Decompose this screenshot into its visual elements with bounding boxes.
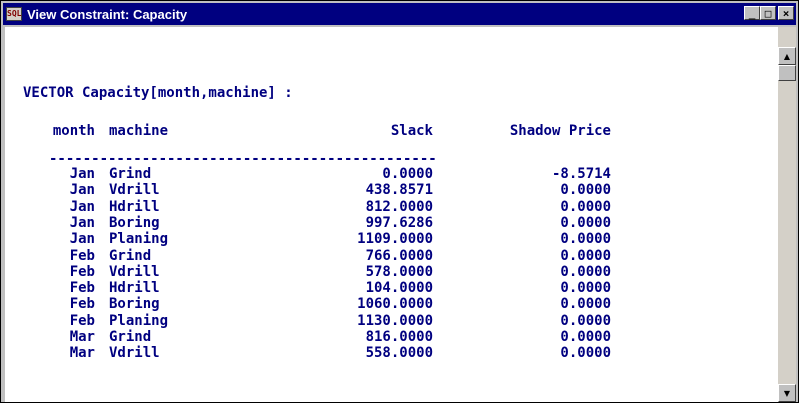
cell-slack: 0.0000 [382,166,433,182]
cell-slack: 104.0000 [365,280,433,297]
up-arrow-icon: ▲ [783,51,791,61]
cell-slack: 578.0000 [365,263,433,280]
cell-month: Mar [69,329,95,345]
cell-machine: Hdrill [109,280,160,297]
cell-slack: 1109.0000 [357,231,433,248]
cell-slack: 438.8571 [365,182,433,199]
maximize-button[interactable]: □ [760,6,776,20]
cell-machine: Grind [109,166,152,182]
cell-month: Feb [69,312,95,329]
maximize-icon: □ [764,6,772,20]
cell-machine: Boring [109,214,160,231]
cell-slack: 997.6286 [365,214,433,231]
cell-shadow-price: -8.5714 [551,166,611,182]
window-controls: _ □ × [744,6,794,20]
cell-machine: Vdrill [109,182,160,199]
vector-heading: VECTOR Capacity[month,machine] : [23,85,293,101]
cell-month: Mar [69,345,95,362]
cell-shadow-price: 0.0000 [560,280,611,297]
cell-month: Jan [69,198,95,215]
cell-month: Jan [69,182,95,199]
window-title: View Constraint: Capacity [27,6,188,22]
cell-machine: Grind [109,247,152,264]
cell-shadow-price: 0.0000 [560,329,611,345]
cell-machine: Vdrill [109,263,160,280]
constraint-window: SQL View Constraint: Capacity _ □ × VECT… [0,0,799,403]
cell-machine: Hdrill [109,198,160,215]
cell-slack: 558.0000 [365,345,433,362]
cell-shadow-price: 0.0000 [560,312,611,329]
cell-month: Jan [69,166,95,182]
cell-shadow-price: 0.0000 [560,263,611,280]
cell-month: Feb [69,280,95,297]
cell-shadow-price: 0.0000 [560,198,611,215]
cell-slack: 816.0000 [365,329,433,345]
cell-shadow-price: 0.0000 [560,214,611,231]
cell-shadow-price: 0.0000 [560,247,611,264]
cell-shadow-price: 0.0000 [560,345,611,362]
scroll-up-button[interactable]: ▲ [778,47,796,65]
column-header-machine: machine [109,123,169,139]
column-header-month: month [52,123,95,139]
title-bar[interactable]: SQL View Constraint: Capacity _ □ × [3,3,796,25]
close-button[interactable]: × [778,6,794,20]
minimize-icon: _ [748,6,756,20]
cell-slack: 1060.0000 [357,296,433,313]
cell-shadow-price: 0.0000 [560,231,611,248]
cell-shadow-price: 0.0000 [560,182,611,199]
cell-slack: 766.0000 [365,247,433,264]
cell-machine: Planing [109,231,169,248]
cell-slack: 1130.0000 [357,312,433,329]
column-header-shadow-price: Shadow Price [509,123,611,139]
cell-machine: Planing [109,312,169,329]
output-pane[interactable]: VECTOR Capacity[month,machine] : month m… [5,27,778,402]
scroll-thumb[interactable] [778,65,796,81]
cell-machine: Grind [109,329,152,345]
vertical-scrollbar[interactable]: ▲ ▼ [778,27,796,402]
cell-shadow-price: 0.0000 [560,296,611,313]
cell-machine: Vdrill [109,345,160,362]
minimize-button[interactable]: _ [744,6,760,20]
column-header-slack: Slack [390,123,433,139]
scroll-down-button[interactable]: ▼ [778,384,796,402]
cell-month: Feb [69,263,95,280]
close-icon: × [782,6,790,20]
cell-month: Jan [69,231,95,248]
sql-app-icon[interactable]: SQL [6,7,22,21]
cell-month: Jan [69,214,95,231]
cell-machine: Boring [109,296,160,313]
cell-slack: 812.0000 [365,198,433,215]
down-arrow-icon: ▼ [783,388,791,398]
cell-month: Feb [69,296,95,313]
header-separator: ----------------------------------------… [49,151,437,167]
cell-month: Feb [69,247,95,264]
